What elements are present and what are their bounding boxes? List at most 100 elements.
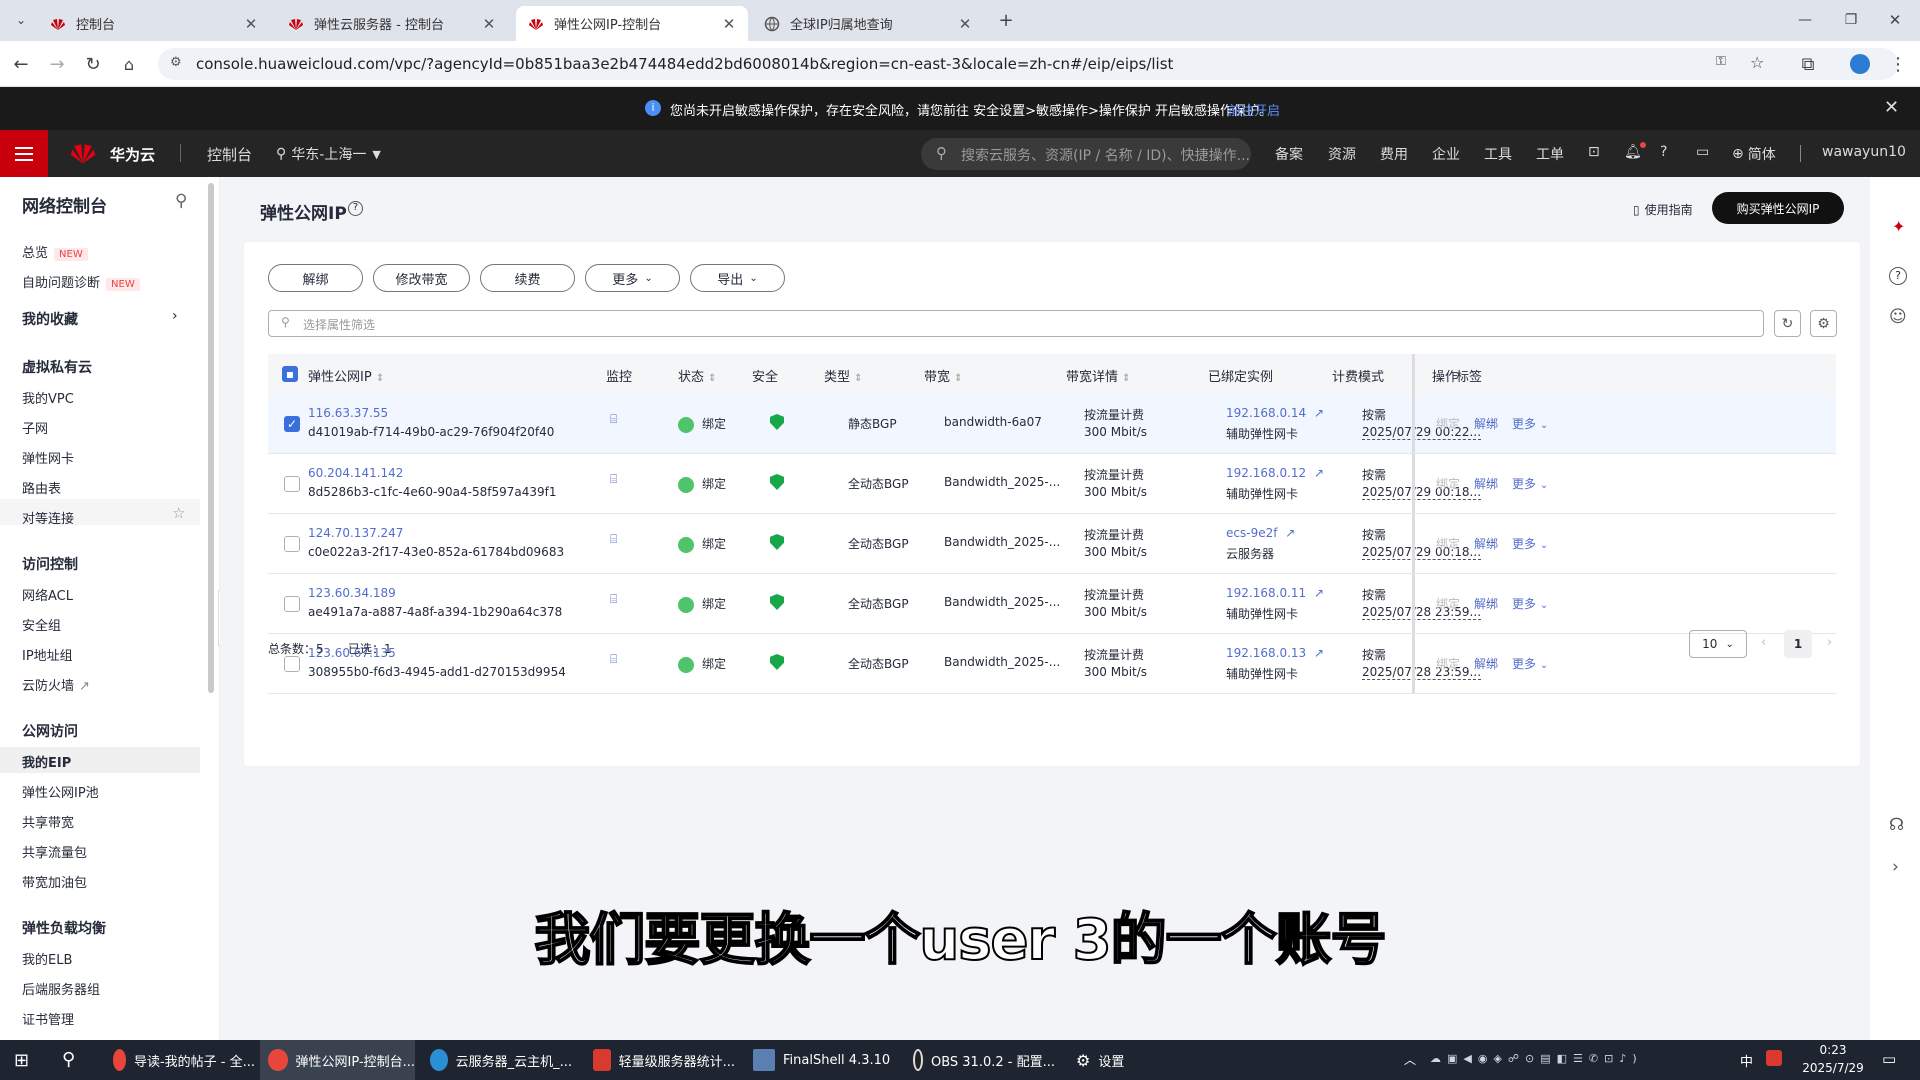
buy-eip-button[interactable]: 购买弹性公网IP	[1712, 192, 1844, 224]
close-icon[interactable]: ✕	[480, 15, 498, 33]
refresh-icon[interactable]: ↻	[1774, 310, 1801, 337]
chevron-right-icon[interactable]: ›	[172, 308, 178, 324]
next-page-icon[interactable]: ›	[1827, 635, 1832, 650]
sidebar-item-firewall[interactable]: 云防火墙 ↗	[22, 675, 90, 694]
extensions-icon[interactable]: ⧉	[1795, 51, 1821, 77]
region-selector[interactable]: ⚲ 华东-上海一 ▼	[276, 144, 381, 164]
banner-close-icon[interactable]: ✕	[1884, 97, 1899, 118]
bind-action[interactable]: 绑定	[1436, 475, 1460, 492]
bound-instance-link[interactable]: 192.168.0.12 ↗	[1226, 466, 1324, 480]
unbind-action[interactable]: 解绑	[1474, 475, 1498, 492]
bind-action[interactable]: 绑定	[1436, 655, 1460, 672]
taskbar-app-obs[interactable]: OBS 31.0.2 - 配置...	[905, 1040, 1055, 1080]
table-row[interactable]: 123.60.34.189 ae491a7a-a887-4a8f-a394-1b2…	[268, 574, 1836, 634]
site-info-icon[interactable]: ⚙	[170, 55, 182, 70]
col-bandwidth[interactable]: 带宽 ⇕	[924, 366, 963, 385]
nav-resources[interactable]: 资源	[1328, 144, 1356, 164]
renew-button[interactable]: 续费	[480, 264, 575, 292]
col-bandwidth-detail[interactable]: 带宽详情 ⇕	[1066, 366, 1131, 385]
taskbar-app-edge[interactable]: 云服务器_云主机_...	[422, 1040, 572, 1080]
shield-icon[interactable]	[770, 534, 784, 553]
sidebar-item-security-group[interactable]: 安全组	[22, 615, 61, 634]
more-action[interactable]: 更多 ⌄	[1512, 415, 1548, 432]
row-checkbox[interactable]	[284, 476, 300, 492]
more-action[interactable]: 更多 ⌄	[1512, 595, 1548, 612]
tray-overflow-icon[interactable]: ︿	[1404, 1051, 1416, 1068]
shield-icon[interactable]	[770, 594, 784, 613]
eip-address-link[interactable]: 116.63.37.55	[308, 406, 388, 420]
sidebar-item-eip-pool[interactable]: 弹性公网IP池	[22, 782, 99, 801]
star-icon[interactable]: ☆	[172, 504, 185, 522]
monitor-chart-icon[interactable]: ⌸	[610, 412, 617, 427]
select-all-checkbox[interactable]: ▪	[282, 366, 298, 382]
username[interactable]: wawayun10	[1822, 144, 1906, 160]
global-search-input[interactable]: ⚲ 搜索云服务、资源(IP / 名称 / ID)、快捷操作...	[921, 138, 1251, 170]
sidebar-item-bandwidth-addon[interactable]: 带宽加油包	[22, 872, 87, 891]
huawei-cloud-logo-icon[interactable]	[68, 139, 98, 171]
row-checkbox[interactable]: ✓	[284, 416, 300, 432]
row-checkbox[interactable]	[284, 596, 300, 612]
browser-menu-icon[interactable]: ⋮	[1885, 51, 1911, 77]
headset-icon[interactable]: ☊	[1889, 815, 1904, 835]
col-eip[interactable]: 弹性公网IP ⇕	[308, 366, 384, 385]
brand-name[interactable]: 华为云	[110, 144, 155, 165]
help-icon[interactable]: ?	[348, 201, 363, 216]
sidebar-item-overview[interactable]: 总览 NEW	[22, 242, 88, 261]
help-icon[interactable]: ?	[1889, 267, 1907, 285]
monitor-chart-icon[interactable]: ⌸	[610, 472, 617, 487]
banner-link[interactable]: 前往开启	[1228, 100, 1280, 119]
sidebar-item-backend-group[interactable]: 后端服务器组	[22, 979, 100, 998]
nav-tools[interactable]: 工具	[1484, 144, 1512, 164]
sidebar-item-my-eip[interactable]: 我的EIP	[22, 752, 71, 771]
tab-ip-lookup[interactable]: 全球IP归属地查询 ✕	[752, 6, 984, 41]
sidebar-favorites[interactable]: 我的收藏	[22, 309, 78, 329]
address-bar[interactable]: ⚙ console.huaweicloud.com/vpc/?agencyId=…	[158, 48, 1898, 80]
eip-address-link[interactable]: 124.70.137.247	[308, 526, 403, 540]
sidebar-scrollbar[interactable]	[208, 183, 214, 693]
bind-action[interactable]: 绑定	[1436, 595, 1460, 612]
more-action[interactable]: 更多 ⌄	[1512, 475, 1548, 492]
windows-start-icon[interactable]: ⊞	[14, 1050, 29, 1071]
tab-search-icon[interactable]: ⌄	[8, 7, 34, 33]
shield-icon[interactable]	[770, 414, 784, 433]
sidebar-item-route-table[interactable]: 路由表	[22, 478, 61, 497]
nav-beian[interactable]: 备案	[1275, 144, 1303, 164]
sidebar-item-peering[interactable]: 对等连接	[22, 508, 74, 527]
eip-address-link[interactable]: 60.204.141.142	[308, 466, 403, 480]
profile-avatar[interactable]	[1847, 51, 1873, 77]
unbind-action[interactable]: 解绑	[1474, 535, 1498, 552]
monitor-chart-icon[interactable]: ⌸	[610, 532, 617, 547]
forward-icon[interactable]: →	[44, 51, 70, 77]
more-dropdown[interactable]: 更多 ⌄	[585, 264, 680, 292]
table-row[interactable]: 124.70.137.247 c0e022a3-2f17-43e0-852a-61…	[268, 514, 1836, 574]
cloud-shell-icon[interactable]: ⊡	[1588, 144, 1600, 160]
eip-address-link[interactable]: 123.60.34.189	[308, 586, 396, 600]
window-close-icon[interactable]: ✕	[1882, 7, 1908, 33]
notification-center-icon[interactable]: ▭	[1882, 1050, 1896, 1068]
sidebar-item-ip-group[interactable]: IP地址组	[22, 645, 73, 664]
url-text[interactable]: console.huaweicloud.com/vpc/?agencyId=0b…	[196, 55, 1173, 73]
taskbar-app-finalshell[interactable]: FinalShell 4.3.10	[745, 1040, 895, 1080]
bookmark-star-icon[interactable]: ☆	[1750, 53, 1764, 72]
nav-enterprise[interactable]: 企业	[1432, 144, 1460, 164]
sogou-ime-icon[interactable]	[1766, 1050, 1782, 1066]
table-row[interactable]: 60.204.141.142 8d5286b3-c1fc-4e60-90a4-58…	[268, 454, 1836, 514]
sidebar-search-icon[interactable]: ⚲	[175, 191, 187, 211]
shield-icon[interactable]	[770, 654, 784, 673]
close-icon[interactable]: ✕	[956, 15, 974, 33]
sidebar-item-diagnosis[interactable]: 自助问题诊断 NEW	[22, 272, 140, 291]
taskbar-app-chrome-2[interactable]: 弹性公网IP-控制台...	[260, 1040, 415, 1080]
export-dropdown[interactable]: 导出 ⌄	[690, 264, 785, 292]
reload-icon[interactable]: ↻	[80, 51, 106, 77]
bound-instance-link[interactable]: 192.168.0.11 ↗	[1226, 586, 1324, 600]
monitor-chart-icon[interactable]: ⌸	[610, 652, 617, 667]
tab-eip-console[interactable]: 弹性公网IP-控制台 ✕	[516, 6, 748, 41]
promo-icon[interactable]: ✦	[1892, 217, 1905, 236]
chevron-right-icon[interactable]: ›	[1892, 857, 1899, 877]
row-checkbox[interactable]	[284, 536, 300, 552]
minimize-icon[interactable]: —	[1792, 7, 1818, 33]
key-icon[interactable]: ⚿	[1716, 54, 1726, 69]
table-row[interactable]: 123.60.67.135 308955b0-f6d3-4945-add1-d27…	[268, 634, 1836, 694]
taskbar-app-wps[interactable]: 轻量级服务器统计...	[585, 1040, 735, 1080]
unbind-action[interactable]: 解绑	[1474, 415, 1498, 432]
